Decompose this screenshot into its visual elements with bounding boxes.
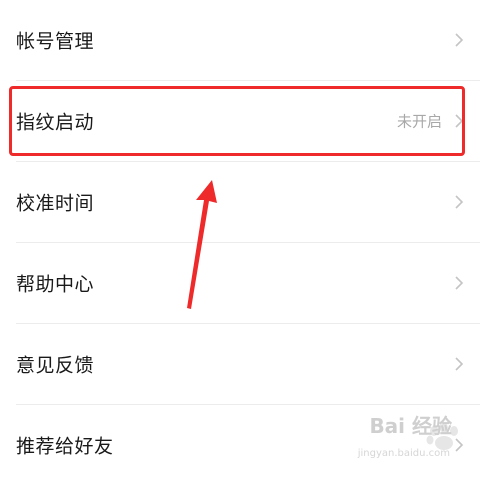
chevron-right-icon (455, 33, 464, 47)
chevron-right-icon (455, 357, 464, 371)
settings-item-feedback[interactable]: 意见反馈 (0, 324, 480, 404)
settings-item-label: 意见反馈 (16, 354, 95, 377)
settings-screen: 帐号管理 指纹启动 未开启 校准时间 帮助中心 意见反馈 推荐给好友 Bai 经… (0, 0, 480, 477)
settings-item-label: 推荐给好友 (16, 435, 114, 458)
watermark-url: jingyan.baidu.com (357, 448, 450, 459)
settings-item-help-center[interactable]: 帮助中心 (0, 243, 480, 323)
settings-item-status: 未开启 (396, 112, 442, 131)
settings-item-label: 帮助中心 (16, 273, 95, 296)
settings-item-account-management[interactable]: 帐号管理 (0, 0, 480, 80)
settings-item-label: 帐号管理 (16, 30, 95, 53)
chevron-right-icon (455, 276, 464, 290)
settings-item-label: 校准时间 (16, 192, 95, 215)
chevron-right-icon (455, 114, 464, 128)
settings-item-fingerprint-unlock[interactable]: 指纹启动 未开启 (0, 81, 480, 161)
settings-item-calibrate-time[interactable]: 校准时间 (0, 162, 480, 242)
watermark-brand: Bai 经验 (369, 414, 452, 438)
chevron-right-icon (455, 195, 464, 209)
settings-item-label: 指纹启动 (16, 111, 95, 134)
